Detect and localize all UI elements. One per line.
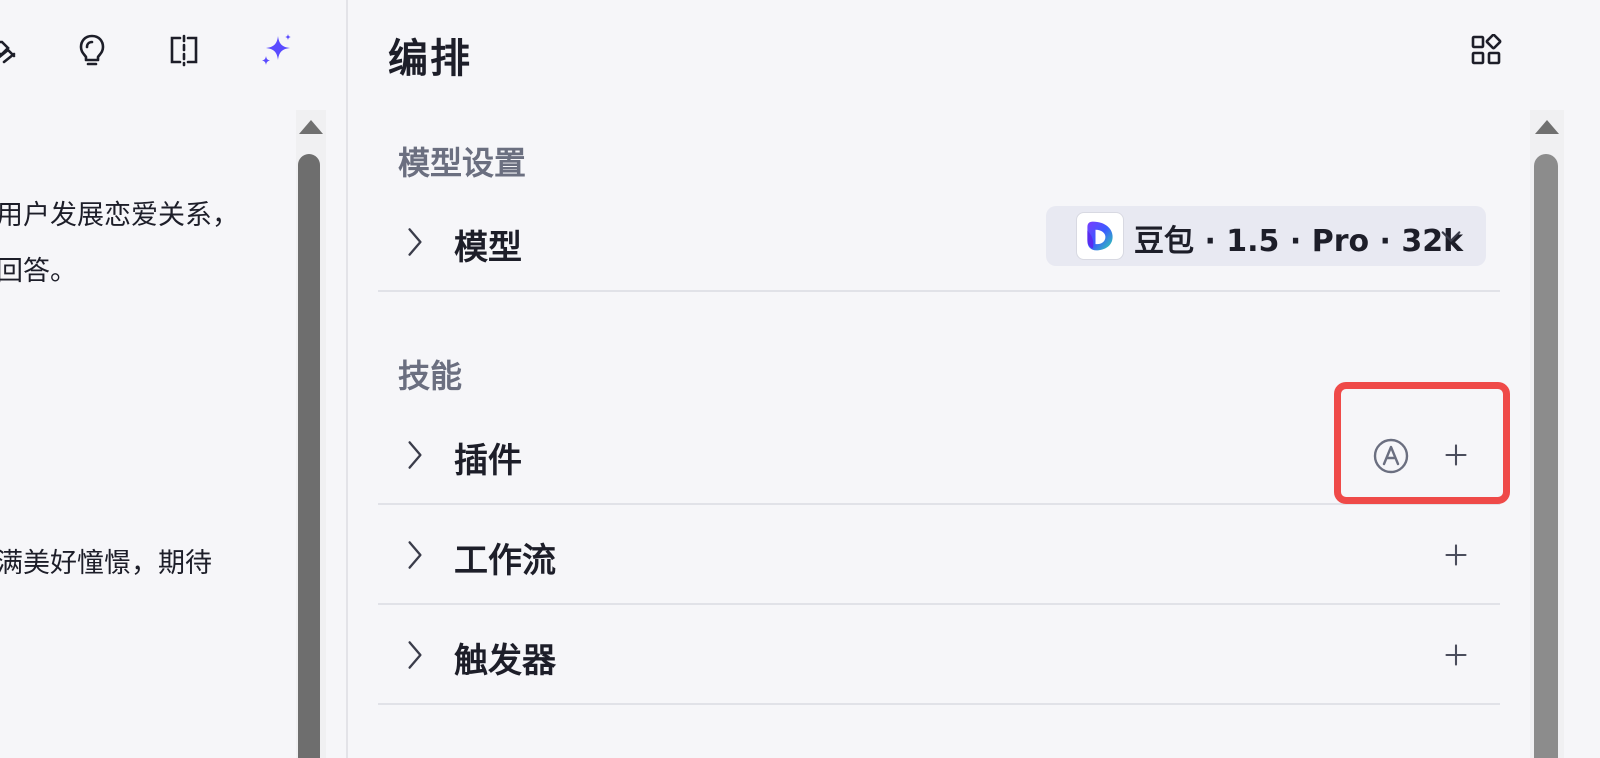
triggers-row[interactable]: 触发器 xyxy=(378,605,1500,705)
window-edge xyxy=(1566,0,1600,758)
prompt-line: 回答。 xyxy=(0,256,77,287)
section-label-skills: 技能 xyxy=(398,357,463,395)
prompt-scrollbar[interactable] xyxy=(296,110,326,758)
plus-icon[interactable] xyxy=(1438,437,1474,473)
orchestration-scrollbar[interactable] xyxy=(1530,110,1564,758)
model-select[interactable]: 豆包 · 1.5 · Pro · 32k xyxy=(1046,206,1486,266)
prompt-pane: 用户发展恋爱关系， 回答。 满美好憧憬，期待 xyxy=(0,0,346,758)
scroll-thumb[interactable] xyxy=(298,154,320,758)
prompt-line: 满美好憧憬，期待 xyxy=(0,548,212,579)
triggers-row-label: 触发器 xyxy=(454,641,556,681)
split-view-icon[interactable] xyxy=(162,28,206,72)
scroll-thumb[interactable] xyxy=(1534,154,1558,758)
plugins-row-label: 插件 xyxy=(454,441,522,481)
plugins-row[interactable]: 插件 xyxy=(378,405,1500,505)
selected-model-name: 豆包 · 1.5 · Pro · 32k xyxy=(1134,224,1464,259)
workflow-row-label: 工作流 xyxy=(454,541,556,581)
doubao-logo-icon xyxy=(1076,212,1124,260)
chevron-right-icon[interactable] xyxy=(400,437,430,473)
lightbulb-icon[interactable] xyxy=(70,28,114,72)
section-label-model-settings: 模型设置 xyxy=(398,144,527,182)
chevron-right-icon[interactable] xyxy=(400,637,430,673)
prompt-editor[interactable]: 用户发展恋爱关系， 回答。 满美好憧憬，期待 xyxy=(0,110,290,758)
workflow-row[interactable]: 工作流 xyxy=(378,505,1500,605)
plus-icon[interactable] xyxy=(1438,637,1474,673)
model-row-label: 模型 xyxy=(454,228,522,268)
chevron-right-icon[interactable] xyxy=(400,537,430,573)
sparkle-icon[interactable] xyxy=(254,28,298,72)
grid-layout-icon[interactable] xyxy=(1466,30,1506,70)
orchestration-pane: 编排 模型设置 模型 豆包 · 1.5 · Pro · 32k 技能 插件 工作… xyxy=(348,0,1600,758)
scroll-up-arrow-icon[interactable] xyxy=(1535,120,1559,134)
model-row[interactable]: 模型 豆包 · 1.5 · Pro · 32k xyxy=(378,192,1500,292)
prompt-line: 用户发展恋爱关系， xyxy=(0,200,239,231)
preview-icon[interactable] xyxy=(0,28,28,72)
plus-icon[interactable] xyxy=(1438,537,1474,573)
auto-a-icon[interactable] xyxy=(1372,437,1410,475)
page-title: 编排 xyxy=(388,36,472,82)
app-root: 用户发展恋爱关系， 回答。 满美好憧憬，期待 编排 模型设置 模型 豆包 · 1… xyxy=(0,0,1600,758)
chevron-down-icon[interactable] xyxy=(1438,224,1464,250)
scroll-up-arrow-icon[interactable] xyxy=(299,120,323,134)
prompt-toolbar xyxy=(0,0,346,100)
chevron-right-icon[interactable] xyxy=(400,224,430,260)
